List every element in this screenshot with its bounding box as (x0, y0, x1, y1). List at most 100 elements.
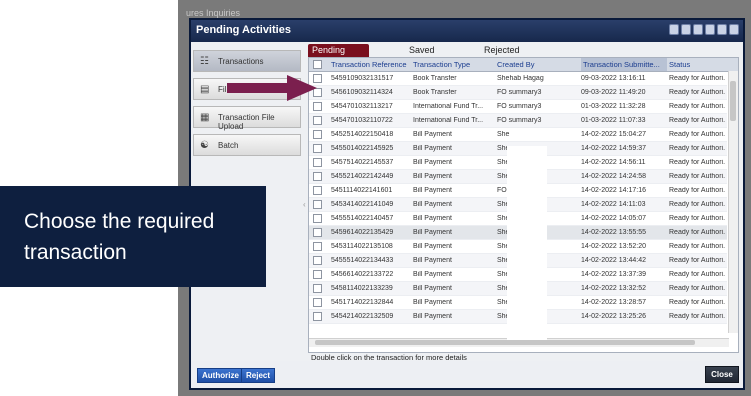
sidebar-item-label: Batch (218, 141, 239, 150)
transactions-icon: ☷ (200, 56, 209, 67)
vertical-scrollbar[interactable] (728, 71, 738, 333)
table-cell: Ready for Authori. (669, 145, 726, 152)
table-cell: 5455014022145925 (331, 145, 394, 152)
table-cell: 14-02-2022 13:28:57 (581, 299, 646, 306)
column-header-type[interactable]: Transaction Type (413, 60, 493, 69)
help-icon[interactable] (705, 24, 715, 35)
row-checkbox[interactable] (313, 298, 322, 307)
row-checkbox[interactable] (313, 116, 322, 125)
vertical-scroll-thumb[interactable] (730, 81, 736, 121)
authorize-button[interactable]: Authorize (197, 368, 244, 383)
tab-saved-as-drafts[interactable]: Saved As Drafts (405, 44, 439, 81)
row-checkbox[interactable] (313, 200, 322, 209)
table-cell: 5451714022132844 (331, 299, 394, 306)
file-upload-icon: ▦ (200, 112, 210, 123)
tab-pending-authorization[interactable]: Pending Authorization (308, 44, 369, 68)
window-icon-2[interactable] (681, 24, 691, 35)
table-row[interactable]: 5459109032131517 Book Transfer Shehab Haga… (309, 72, 727, 86)
table-cell: Ready for Authori. (669, 271, 726, 278)
row-checkbox[interactable] (313, 284, 322, 293)
row-checkbox[interactable] (313, 214, 322, 223)
table-cell: Bill Payment (413, 159, 452, 166)
table-cell: Ready for Authori. (669, 159, 726, 166)
table-cell: Ready for Authori. (669, 243, 726, 250)
splitter-handle[interactable]: ‹ (303, 200, 306, 209)
background-title: ures Inquiries (186, 8, 241, 18)
column-header-submitted[interactable]: Transaction Submitte... (581, 58, 667, 71)
file-icon: ▤ (200, 84, 210, 95)
row-checkbox[interactable] (313, 130, 322, 139)
row-checkbox[interactable] (313, 144, 322, 153)
table-cell: 14-02-2022 13:32:52 (581, 285, 646, 292)
table-cell: FO summary3 (497, 89, 542, 96)
table-cell: Bill Payment (413, 257, 452, 264)
table-row[interactable]: 5452514022150418 Bill Payment She 14-02-202… (309, 128, 727, 142)
table-cell: 14-02-2022 14:56:11 (581, 159, 646, 166)
table-cell: 14-02-2022 13:52:20 (581, 243, 646, 250)
window-icon-5[interactable] (717, 24, 727, 35)
table-cell: Ready for Authori. (669, 313, 726, 320)
table-row[interactable]: 5454701032113217 International Fund Tr...… (309, 100, 727, 114)
table-cell: 14-02-2022 13:44:42 (581, 257, 646, 264)
close-button[interactable]: Close (705, 366, 739, 383)
table-cell: Bill Payment (413, 243, 452, 250)
table-cell: International Fund Tr... (413, 117, 484, 124)
row-checkbox[interactable] (313, 228, 322, 237)
action-bar: Authorize Reject Close (191, 361, 743, 388)
row-checkbox[interactable] (313, 186, 322, 195)
table-cell: 5453414022141049 (331, 201, 394, 208)
window-icon-1[interactable] (669, 24, 679, 35)
table-cell: Ready for Authori. (669, 187, 726, 194)
table-cell: Ready for Authori. (669, 257, 726, 264)
row-checkbox[interactable] (313, 312, 322, 321)
sidebar-item-transactions[interactable]: ☷ Transactions (193, 50, 301, 72)
window-titlebar: Pending Activities (191, 20, 743, 42)
table-cell: 5457514022145537 (331, 159, 394, 166)
table-cell: 14-02-2022 15:04:27 (581, 131, 646, 138)
row-checkbox[interactable] (313, 256, 322, 265)
row-checkbox[interactable] (313, 158, 322, 167)
table-cell: Bill Payment (413, 173, 452, 180)
table-cell: Ready for Authori. (669, 285, 726, 292)
table-cell: International Fund Tr... (413, 103, 484, 110)
row-checkbox[interactable] (313, 102, 322, 111)
horizontal-scroll-thumb[interactable] (315, 340, 695, 345)
table-cell: Ready for Authori. (669, 117, 726, 124)
sidebar-item-batch[interactable]: ☯ Batch (193, 134, 301, 156)
table-cell: 5458114022133239 (331, 285, 393, 292)
table-cell: 09-03-2022 13:16:11 (581, 75, 646, 82)
table-cell: Bill Payment (413, 145, 452, 152)
table-cell: 01-03-2022 11:32:28 (581, 103, 646, 110)
table-cell: Book Transfer (413, 75, 457, 82)
reject-button[interactable]: Reject (241, 368, 276, 383)
row-checkbox[interactable] (313, 270, 322, 279)
sidebar-item-label: Fil (218, 85, 227, 94)
sidebar-item-transaction-file-upload[interactable]: ▦ Transaction File Upload (193, 106, 301, 131)
table-cell: Ready for Authori. (669, 103, 726, 110)
table-cell: Bill Payment (413, 131, 452, 138)
column-header-status[interactable]: Status (669, 60, 727, 69)
table-cell: Shehab Hagag (497, 75, 544, 82)
select-all-checkbox[interactable] (313, 60, 322, 69)
window-title: Pending Activities (196, 24, 291, 36)
pointer-arrow-icon (227, 75, 317, 101)
table-cell: 5454214022132509 (331, 313, 394, 320)
close-window-icon[interactable] (729, 24, 739, 35)
table-row[interactable]: 5454701032110722 International Fund Tr...… (309, 114, 727, 128)
window-icon-3[interactable] (693, 24, 703, 35)
table-cell: 14-02-2022 14:17:16 (581, 187, 646, 194)
column-header-created-by[interactable]: Created By (497, 60, 575, 69)
tab-rejected-transactions[interactable]: Rejected Transactions (480, 44, 539, 68)
table-row[interactable]: 5456109032114324 Book Transfer FO summary3… (309, 86, 727, 100)
column-header-reference[interactable]: Transaction Reference (331, 60, 411, 69)
row-checkbox[interactable] (313, 242, 322, 251)
table-cell: 5455514022134433 (331, 257, 394, 264)
table-cell: 14-02-2022 14:05:07 (581, 215, 646, 222)
row-checkbox[interactable] (313, 172, 322, 181)
table-cell: Bill Payment (413, 271, 452, 278)
table-cell: 14-02-2022 14:59:37 (581, 145, 646, 152)
table-cell: 5452514022150418 (331, 131, 394, 138)
table-cell: 5456109032114324 (331, 89, 393, 96)
table-cell: Bill Payment (413, 187, 452, 194)
table-cell: Ready for Authori. (669, 173, 726, 180)
